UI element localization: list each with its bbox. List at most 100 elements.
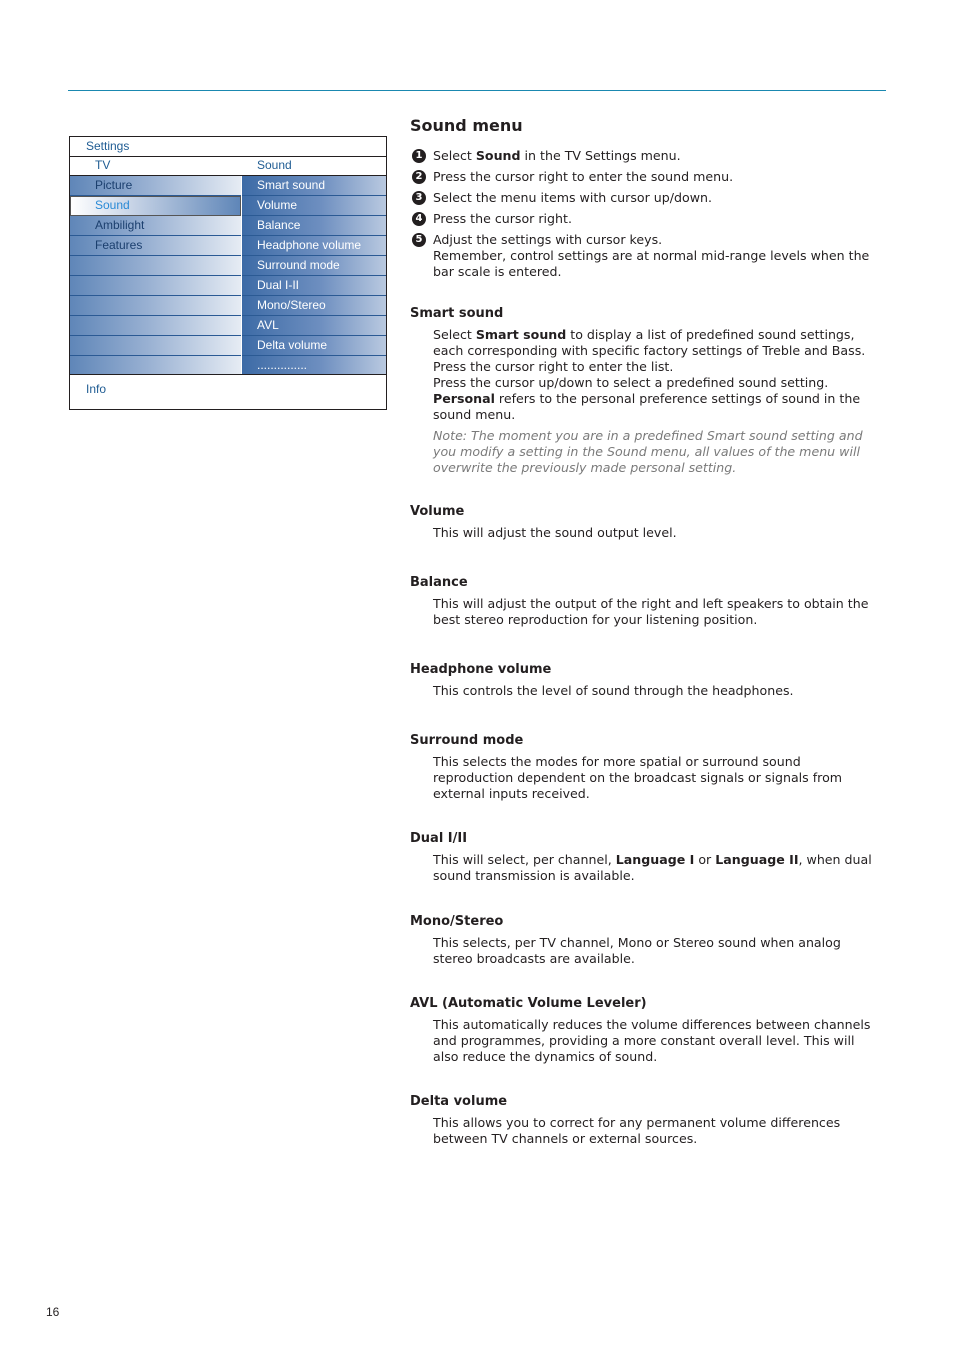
menu-item-features[interactable]: Features <box>70 236 241 256</box>
section-surround-mode: Surround mode This selects the modes for… <box>410 733 882 802</box>
section-avl: AVL (Automatic Volume Leveler) This auto… <box>410 996 882 1065</box>
submenu-item-more[interactable]: ............... <box>242 356 386 375</box>
menu-info-panel: Info <box>70 374 386 410</box>
page-title: Sound menu <box>410 116 523 135</box>
section-text: This will select, per channel, Language … <box>433 852 882 884</box>
step-extra-text: Remember, control settings are at normal… <box>433 248 870 279</box>
section-smart-sound: Smart sound Select Smart sound to displa… <box>410 306 882 476</box>
steps-list: 1 Select Sound in the TV Settings menu. 2… <box>410 148 882 280</box>
step-number-icon: 1 <box>412 149 426 163</box>
step-text: Select <box>433 148 476 163</box>
section-text: This selects, per TV channel, Mono or St… <box>433 935 841 966</box>
section-text: This will adjust the sound output level. <box>433 525 677 540</box>
text-bold: Language II <box>715 852 799 867</box>
tv-settings-menu: Settings TV Sound Picture Sound Ambiligh… <box>69 136 387 410</box>
submenu-item-label: ............... <box>257 358 308 372</box>
menu-item-sound-selected[interactable]: Sound <box>70 196 241 216</box>
section-dual: Dual I/II This will select, per channel,… <box>410 831 882 884</box>
section-text: This selects the modes for more spatial … <box>433 754 843 801</box>
section-title: Dual I/II <box>410 831 468 846</box>
text: Select <box>433 327 476 342</box>
step-text-bold: Sound <box>475 148 521 163</box>
section-headphone-volume: Headphone volume This controls the level… <box>410 662 882 699</box>
step-text: in the TV Settings menu. <box>520 148 681 163</box>
menu-info-label: Info <box>86 382 107 396</box>
submenu-item-delta-volume[interactable]: Delta volume <box>242 336 386 356</box>
submenu-item-label: AVL <box>257 318 279 332</box>
menu-item-empty <box>70 316 241 336</box>
text: refers to the personal preference settin… <box>433 391 861 422</box>
menu-right-header: Sound <box>257 158 292 172</box>
step-item: 4 Press the cursor right. <box>410 211 882 227</box>
section-note: Note: The moment you are in a predefined… <box>433 428 863 475</box>
top-rule <box>68 90 886 91</box>
step-number-icon: 3 <box>412 191 426 205</box>
menu-item-empty <box>70 296 241 316</box>
text: Press the cursor right to enter the list… <box>433 359 674 374</box>
menu-item-label: Picture <box>95 178 133 192</box>
submenu-item-headphone-volume[interactable]: Headphone volume <box>242 236 386 256</box>
step-text: Press the cursor right to enter the soun… <box>433 169 734 184</box>
submenu-item-avl[interactable]: AVL <box>242 316 386 336</box>
menu-item-empty <box>70 356 241 375</box>
text-bold: Smart sound <box>475 327 567 342</box>
submenu-item-smart-sound[interactable]: Smart sound <box>242 176 386 196</box>
menu-item-label: Features <box>95 238 143 252</box>
text-bold: Personal <box>433 391 495 406</box>
menu-item-ambilight[interactable]: Ambilight <box>70 216 241 236</box>
step-number-icon: 2 <box>412 170 426 184</box>
section-title: AVL (Automatic Volume Leveler) <box>410 996 647 1011</box>
text: Press the cursor up/down to select a pre… <box>433 375 829 390</box>
submenu-item-label: Headphone volume <box>257 238 362 252</box>
section-title: Volume <box>410 504 465 519</box>
menu-header-row: TV Sound <box>70 157 386 176</box>
submenu-item-surround-mode[interactable]: Surround mode <box>242 256 386 276</box>
section-text: This allows you to correct for any perma… <box>433 1115 841 1146</box>
step-text: Press the cursor right. <box>433 211 572 226</box>
menu-title: Settings <box>86 139 130 153</box>
section-title: Smart sound <box>410 306 504 321</box>
menu-body: Picture Sound Ambilight Features Smart s… <box>70 176 386 375</box>
submenu-item-label: Mono/Stereo <box>257 298 326 312</box>
menu-left-header: TV <box>95 158 111 172</box>
submenu-item-mono-stereo[interactable]: Mono/Stereo <box>242 296 386 316</box>
section-text: This automatically reduces the volume di… <box>433 1017 871 1064</box>
submenu-item-dual[interactable]: Dual I-II <box>242 276 386 296</box>
section-balance: Balance This will adjust the output of t… <box>410 575 882 628</box>
submenu-item-label: Balance <box>257 218 301 232</box>
section-text: Select Smart sound to display a list of … <box>433 327 882 423</box>
menu-title-bar: Settings <box>70 137 386 157</box>
step-number-icon: 4 <box>412 212 426 226</box>
section-title: Surround mode <box>410 733 524 748</box>
submenu-item-balance[interactable]: Balance <box>242 216 386 236</box>
menu-item-picture[interactable]: Picture <box>70 176 241 196</box>
section-title: Balance <box>410 575 468 590</box>
section-mono-stereo: Mono/Stereo This selects, per TV channel… <box>410 914 882 967</box>
text: or <box>694 852 716 867</box>
section-title: Headphone volume <box>410 662 552 677</box>
menu-item-empty <box>70 256 241 276</box>
section-volume: Volume This will adjust the sound output… <box>410 504 882 541</box>
step-item: 2 Press the cursor right to enter the sou… <box>410 169 882 185</box>
step-item: 1 Select Sound in the TV Settings menu. <box>410 148 882 164</box>
section-delta-volume: Delta volume This allows you to correct … <box>410 1094 882 1147</box>
menu-item-empty <box>70 336 241 356</box>
section-text: This will adjust the output of the right… <box>433 596 869 627</box>
submenu-item-label: Dual I-II <box>257 278 300 292</box>
step-item: 5 Adjust the settings with cursor keys. Re… <box>410 232 882 280</box>
submenu-item-volume[interactable]: Volume <box>242 196 386 216</box>
submenu-item-label: Surround mode <box>257 258 340 272</box>
text-bold: Language I <box>615 852 695 867</box>
menu-item-empty <box>70 276 241 296</box>
submenu-item-label: Volume <box>257 198 298 212</box>
step-text: Adjust the settings with cursor keys. <box>433 232 663 247</box>
step-number-icon: 5 <box>412 233 426 247</box>
menu-item-label: Ambilight <box>95 218 145 232</box>
menu-item-label: Sound <box>95 198 130 212</box>
section-title: Delta volume <box>410 1094 508 1109</box>
content-column: Sound menu 1 Select Sound in the TV Setti… <box>410 116 882 1147</box>
step-text: Select the menu items with cursor up/dow… <box>433 190 712 205</box>
submenu-item-label: Delta volume <box>257 338 328 352</box>
section-title: Mono/Stereo <box>410 914 504 929</box>
section-text: This controls the level of sound through… <box>433 683 794 698</box>
